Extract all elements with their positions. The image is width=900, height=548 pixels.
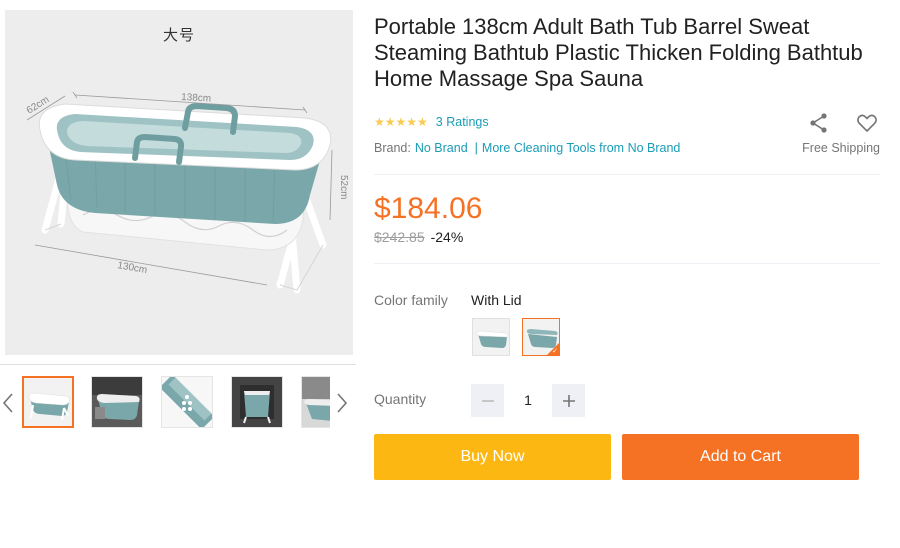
thumbnail-1[interactable] — [22, 376, 74, 428]
chevron-right-icon — [337, 393, 348, 413]
quantity-decrease-button[interactable] — [471, 384, 504, 417]
wishlist-button[interactable] — [856, 112, 878, 134]
selected-color-value: With Lid — [471, 292, 522, 308]
thumbnail-3[interactable] — [161, 376, 213, 428]
color-swatch-2-selected[interactable]: ✓ — [522, 318, 560, 356]
swatch-without-lid-image — [473, 319, 509, 355]
bathtub-folded-thumb-image — [232, 377, 282, 427]
share-button[interactable] — [808, 112, 830, 134]
brand-link[interactable]: No Brand — [415, 141, 468, 155]
quantity-increase-button[interactable] — [552, 384, 585, 417]
add-to-cart-button[interactable]: Add to Cart — [622, 434, 859, 480]
plus-icon — [562, 394, 575, 407]
bathtub-partial-thumb-image — [302, 377, 330, 427]
buy-now-button[interactable]: Buy Now — [374, 434, 611, 480]
thumbnail-4[interactable] — [231, 376, 283, 428]
old-price-row: $242.85 -24% — [374, 229, 463, 245]
main-product-image[interactable]: 大号 138cm 62cm 52cm 130cm — [5, 10, 353, 355]
check-icon: ✓ — [552, 348, 558, 355]
free-shipping-text: Free Shipping — [802, 141, 880, 155]
share-icon — [810, 113, 827, 133]
bathtub-bathroom-thumb-image — [92, 377, 142, 427]
quantity-label: Quantity — [374, 391, 427, 407]
divider — [374, 174, 880, 175]
rating-stars: ★★★★★ — [374, 115, 428, 129]
color-swatch-1[interactable] — [472, 318, 510, 356]
dim-base-label: 130cm — [116, 260, 147, 276]
thumbnail-strip — [22, 376, 330, 432]
quantity-value[interactable]: 1 — [508, 392, 548, 408]
heart-icon — [857, 114, 877, 132]
thumbnail-5[interactable] — [301, 376, 330, 428]
brand-label: Brand: — [374, 141, 411, 155]
discount-badge: -24% — [430, 229, 464, 245]
minus-icon — [481, 399, 494, 402]
chevron-left-icon — [2, 393, 13, 413]
original-price: $242.85 — [374, 229, 425, 245]
ratings-link[interactable]: 3 Ratings — [436, 115, 489, 129]
current-price: $184.06 — [374, 192, 483, 225]
divider — [374, 263, 880, 264]
thumbnail-2[interactable] — [91, 376, 143, 428]
color-family-label: Color family — [374, 292, 448, 308]
product-gallery: 大号 138cm 62cm 52cm 130cm — [0, 0, 360, 440]
gallery-next-button[interactable] — [334, 388, 350, 418]
rating-row: ★★★★★ 3 Ratings — [374, 114, 489, 130]
bathtub-illustration: 138cm 62cm 52cm 130cm — [25, 91, 349, 294]
gallery-prev-button[interactable] — [0, 388, 16, 418]
brand-row: Brand: No Brand | More Cleaning Tools fr… — [374, 141, 680, 155]
product-title: Portable 138cm Adult Bath Tub Barrel Swe… — [374, 14, 863, 91]
gallery-divider — [0, 364, 356, 365]
bathtub-side-thumb-image — [24, 378, 72, 426]
dim-width-label: 138cm — [181, 92, 212, 105]
brand-separator: | — [474, 141, 478, 155]
more-from-brand-link[interactable]: More Cleaning Tools from No Brand — [482, 141, 680, 155]
bathtub-drain-thumb-image — [162, 377, 212, 427]
dim-height-label: 52cm — [338, 175, 349, 199]
